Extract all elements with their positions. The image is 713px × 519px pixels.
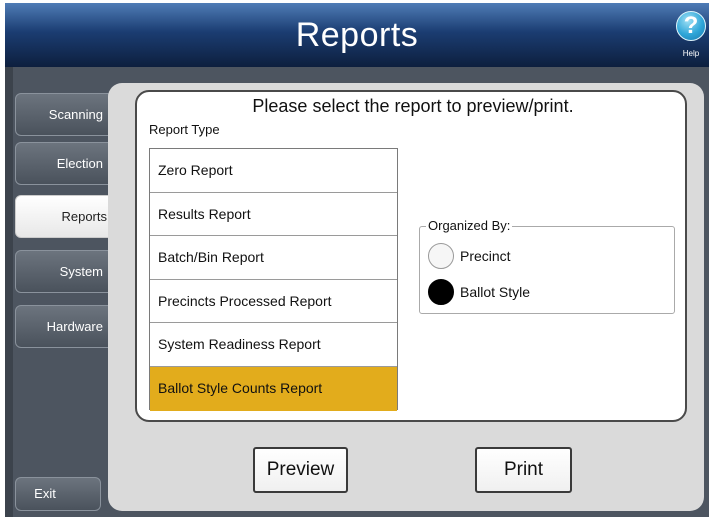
page-title: Reports (295, 16, 419, 54)
instructions-text: Please select the report to preview/prin… (252, 96, 574, 116)
sidebar (5, 67, 13, 517)
report-type-list: Zero Report Results Report Batch/Bin Rep… (149, 148, 398, 411)
help-icon: ? (676, 11, 706, 41)
sidebar-item-reports[interactable]: Reports (15, 195, 113, 238)
organized-by-group: Organized By: Precinct Ballot Style (419, 218, 675, 314)
sidebar-item-scanning[interactable]: Scanning (15, 93, 109, 136)
sidebar-item-system[interactable]: System (15, 250, 109, 293)
sidebar-item-election[interactable]: Election (15, 142, 109, 185)
exit-button[interactable]: Exit (15, 477, 101, 511)
report-item-results[interactable]: Results Report (150, 193, 397, 237)
report-type-label: Report Type (149, 122, 220, 137)
header-bar: Reports ? Help (5, 3, 709, 67)
print-button[interactable]: Print (475, 447, 572, 493)
organize-precinct-label: Precinct (460, 248, 511, 264)
help-label: Help (682, 49, 700, 58)
organized-by-legend: Organized By: (426, 218, 513, 233)
radio-unchecked-icon (428, 243, 454, 269)
report-selection-panel: Please select the report to preview/prin… (135, 90, 687, 422)
report-item-batch-bin[interactable]: Batch/Bin Report (150, 236, 397, 280)
help-button[interactable]: ? Help (674, 9, 706, 61)
radio-checked-icon (428, 279, 454, 305)
sidebar-item-hardware[interactable]: Hardware (15, 305, 109, 348)
report-item-system-readiness[interactable]: System Readiness Report (150, 323, 397, 367)
report-item-ballot-style-counts[interactable]: Ballot Style Counts Report (150, 366, 397, 411)
content-area: Please select the report to preview/prin… (108, 83, 704, 511)
report-item-zero[interactable]: Zero Report (150, 149, 397, 193)
report-item-precincts-processed[interactable]: Precincts Processed Report (150, 280, 397, 324)
app-window: Reports ? Help Scanning Election Reports… (5, 3, 709, 517)
preview-button[interactable]: Preview (253, 447, 348, 493)
organize-ballot-style-label: Ballot Style (460, 284, 531, 300)
